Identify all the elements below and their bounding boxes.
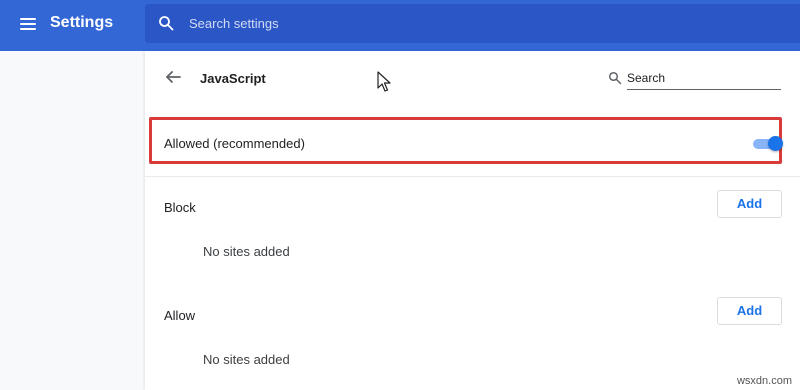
block-section-title: Block	[164, 200, 196, 215]
sidebar	[0, 51, 144, 390]
allowed-setting-label: Allowed (recommended)	[164, 136, 305, 151]
allowed-toggle[interactable]	[753, 136, 783, 151]
divider	[145, 176, 800, 177]
search-icon	[608, 71, 622, 85]
back-arrow-icon[interactable]	[164, 68, 182, 86]
allow-add-button[interactable]: Add	[717, 297, 782, 325]
header-bar: Settings Search settings	[0, 0, 800, 51]
mouse-cursor-icon	[377, 71, 391, 92]
allow-section-title: Allow	[164, 308, 196, 323]
block-add-button[interactable]: Add	[717, 190, 782, 218]
toggle-knob	[768, 136, 783, 151]
settings-search-input[interactable]: Search settings	[145, 4, 800, 43]
page-search-label[interactable]: Search	[627, 71, 781, 90]
hamburger-menu-icon[interactable]	[18, 14, 38, 34]
javascript-settings-card: JavaScript Search Allowed (recommended) …	[145, 51, 800, 390]
block-empty-text: No sites added	[203, 244, 290, 259]
app-title: Settings	[50, 14, 114, 31]
watermark: wsxdn.com	[736, 375, 792, 387]
search-placeholder: Search settings	[189, 16, 279, 31]
page-title: JavaScript	[200, 71, 266, 86]
allow-empty-text: No sites added	[203, 352, 290, 367]
page-search-input[interactable]: Search	[608, 69, 782, 91]
search-icon	[159, 16, 174, 31]
allowed-setting-row[interactable]: Allowed (recommended)	[149, 117, 783, 164]
